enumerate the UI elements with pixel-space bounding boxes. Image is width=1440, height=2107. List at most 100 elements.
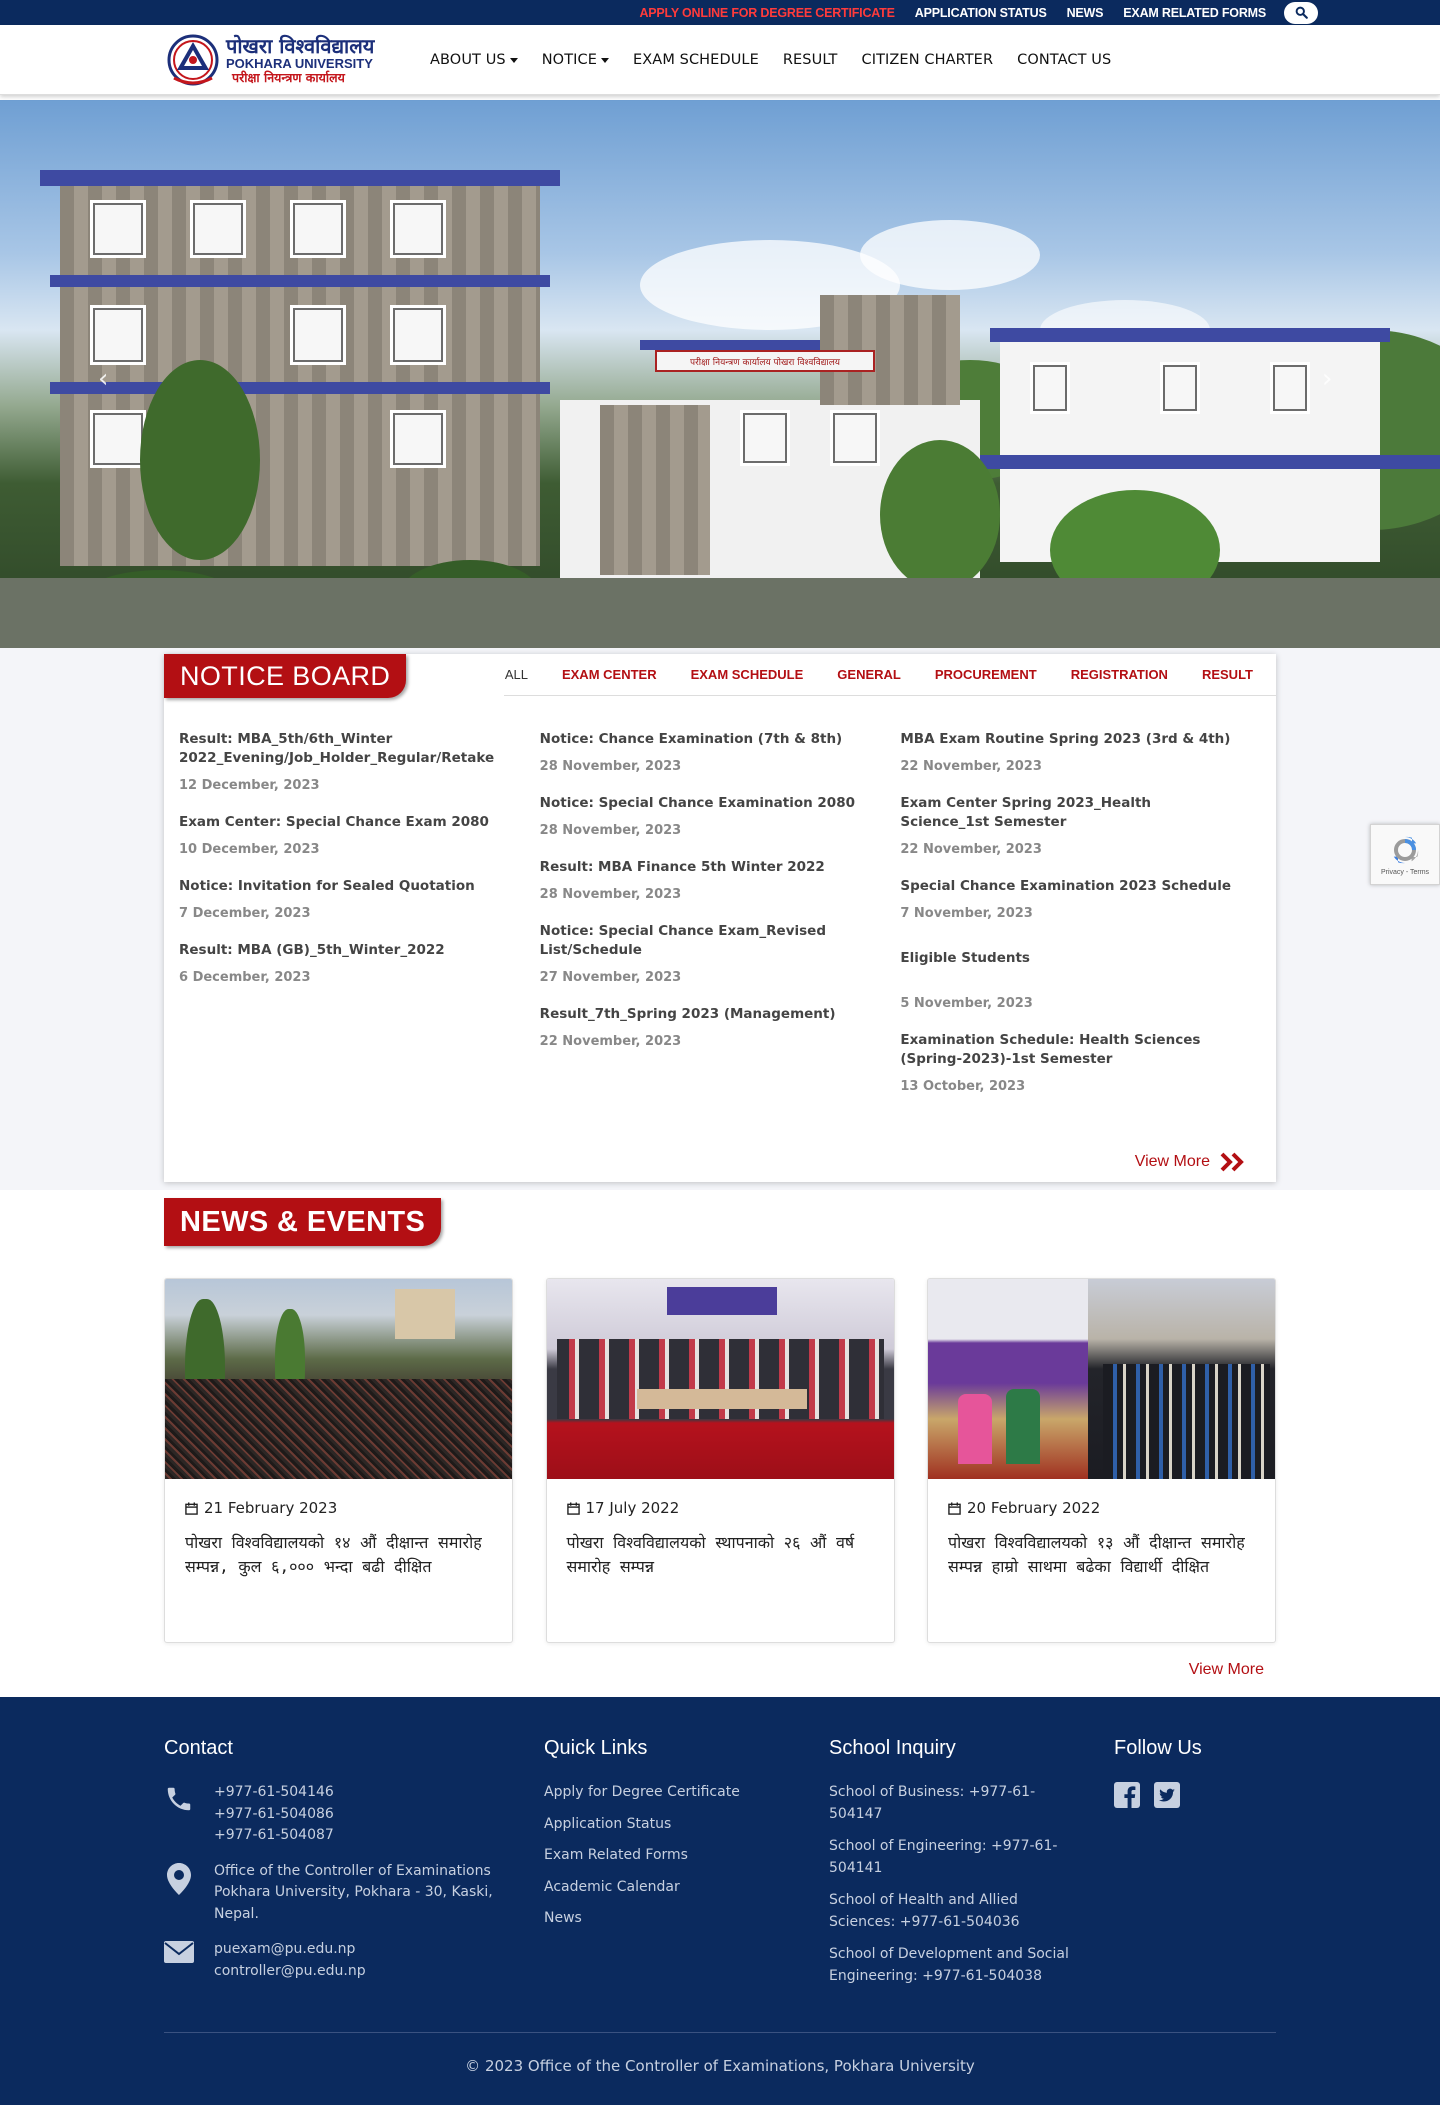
news-image[interactable]: [165, 1279, 512, 1479]
news-card[interactable]: 20 February 2022 पोखरा विश्वविद्यालयको १…: [927, 1278, 1276, 1643]
notice-item[interactable]: MBA Exam Routine Spring 2023 (3rd & 4th)…: [900, 730, 1261, 774]
news-card[interactable]: 21 February 2023 पोखरा विश्वविद्यालयको १…: [164, 1278, 513, 1643]
news-headline[interactable]: पोखरा विश्वविद्यालयको स्थापनाको २६ औं वर…: [567, 1531, 874, 1579]
notice-title[interactable]: Result_7th_Spring 2023 (Management): [540, 1005, 881, 1024]
email-link[interactable]: puexam@pu.edu.np: [214, 1939, 366, 1961]
quick-link-news[interactable]: News: [544, 1908, 829, 1930]
notice-item[interactable]: Exam Center Spring 2023_Health Science_1…: [900, 794, 1261, 857]
quick-link-academic-calendar[interactable]: Academic Calendar: [544, 1877, 829, 1899]
quick-link-apply-degree[interactable]: Apply for Degree Certificate: [544, 1782, 829, 1804]
recaptcha-badge[interactable]: Privacy - Terms: [1370, 824, 1440, 885]
news-headline[interactable]: पोखरा विश्वविद्यालयको १३ औं दीक्षान्त सम…: [948, 1531, 1255, 1579]
notice-date: 7 November, 2023: [900, 906, 1033, 921]
news-image[interactable]: [928, 1279, 1275, 1479]
school-health-phone: School of Health and Allied Sciences: +9…: [829, 1892, 1020, 1930]
notice-title[interactable]: Result: MBA (GB)_5th_Winter_2022: [179, 941, 520, 960]
twitter-icon[interactable]: [1154, 1782, 1180, 1808]
application-status-link[interactable]: APPLICATION STATUS: [905, 6, 1057, 20]
notice-title[interactable]: Exam Center: Special Chance Exam 2080: [179, 813, 520, 832]
notice-item[interactable]: Examination Schedule: Health Sciences (S…: [900, 1031, 1261, 1094]
notice-item[interactable]: Result: MBA_5th/6th_Winter 2022_Evening/…: [179, 730, 540, 793]
notice-title[interactable]: Examination Schedule: Health Sciences (S…: [900, 1031, 1241, 1069]
notice-item[interactable]: Special Chance Examination 2023 Schedule…: [900, 877, 1261, 921]
tab-all[interactable]: ALL: [488, 667, 545, 682]
notice-item[interactable]: Result_7th_Spring 2023 (Management) 22 No…: [540, 1005, 901, 1049]
notice-title[interactable]: MBA Exam Routine Spring 2023 (3rd & 4th): [900, 730, 1241, 749]
notice-title[interactable]: Result: MBA Finance 5th Winter 2022: [540, 858, 881, 877]
email-link[interactable]: controller@pu.edu.np: [214, 1961, 366, 1983]
window: [190, 200, 246, 258]
notice-title[interactable]: Result: MBA_5th/6th_Winter 2022_Evening/…: [179, 730, 520, 768]
nav-contact-us[interactable]: CONTACT US: [1005, 52, 1123, 68]
building-sign-text: परीक्षा नियन्त्रण कार्यालय पोखरा विश्ववि…: [689, 357, 841, 368]
site-logo[interactable]: पोखरा विश्वविद्यालय POKHARA UNIVERSITY प…: [166, 30, 418, 90]
facebook-icon[interactable]: [1114, 1782, 1140, 1808]
quick-link-application-status[interactable]: Application Status: [544, 1814, 829, 1836]
notice-item[interactable]: Notice: Special Chance Exam_Revised List…: [540, 922, 901, 985]
news-date-text: 21 February 2023: [204, 1499, 338, 1517]
tab-registration[interactable]: REGISTRATION: [1054, 667, 1185, 682]
chevron-left-icon[interactable]: ‹: [98, 364, 108, 394]
notice-title[interactable]: Notice: Special Chance Examination 2080: [540, 794, 881, 813]
logo-english-name: POKHARA UNIVERSITY: [226, 56, 373, 72]
tab-procurement[interactable]: PROCUREMENT: [918, 667, 1054, 682]
notice-date: 10 December, 2023: [179, 842, 320, 857]
notice-view-more-link[interactable]: View More: [1135, 1152, 1246, 1172]
search-button[interactable]: [1284, 1, 1318, 24]
notice-title[interactable]: Exam Center Spring 2023_Health Science_1…: [900, 794, 1241, 832]
roof-shape: [40, 170, 560, 186]
phone-icon: [167, 1787, 191, 1811]
footer-follow: Follow Us: [1114, 1737, 1274, 1998]
window: [90, 305, 146, 365]
notice-item[interactable]: Result: MBA Finance 5th Winter 2022 28 No…: [540, 858, 901, 902]
notice-title[interactable]: Eligible Students: [900, 949, 1241, 968]
main-menu: ABOUT US NOTICE EXAM SCHEDULE RESULT CIT…: [418, 52, 1123, 68]
nav-exam-schedule[interactable]: EXAM SCHEDULE: [621, 52, 771, 68]
nav-citizen-charter[interactable]: CITIZEN CHARTER: [849, 52, 1005, 68]
phone-number[interactable]: +977-61-504146: [214, 1782, 334, 1804]
notice-title[interactable]: Notice: Invitation for Sealed Quotation: [179, 877, 520, 896]
news-card[interactable]: 17 July 2022 पोखरा विश्वविद्यालयको स्थाप…: [545, 1278, 895, 1643]
calendar-icon: [566, 1501, 580, 1515]
news-link[interactable]: NEWS: [1057, 6, 1114, 20]
news-image[interactable]: [546, 1279, 894, 1479]
news-events-section: NEWS & EVENTS 21 February 2023 पोखरा विश…: [0, 1190, 1440, 1697]
notice-column: MBA Exam Routine Spring 2023 (3rd & 4th)…: [900, 730, 1261, 1114]
notice-item[interactable]: Exam Center: Special Chance Exam 2080 10 …: [179, 813, 540, 857]
notice-title[interactable]: Notice: Chance Examination (7th & 8th): [540, 730, 881, 749]
notice-item[interactable]: Notice: Invitation for Sealed Quotation 7…: [179, 877, 540, 921]
logo-office-name: परीक्षा नियन्त्रण कार्यालय: [232, 69, 345, 85]
quick-link-exam-forms[interactable]: Exam Related Forms: [544, 1845, 829, 1867]
news-headline[interactable]: पोखरा विश्वविद्यालयको १४ औं दीक्षान्त सम…: [185, 1531, 492, 1579]
notice-title[interactable]: Special Chance Examination 2023 Schedule: [900, 877, 1241, 896]
hero-carousel[interactable]: परीक्षा नियन्त्रण कार्यालय पोखरा विश्ववि…: [0, 100, 1440, 648]
apply-degree-certificate-link[interactable]: APPLY ONLINE FOR DEGREE CERTIFICATE: [629, 6, 904, 20]
window: [290, 200, 346, 258]
nav-notice[interactable]: NOTICE: [530, 52, 621, 68]
notice-item[interactable]: Notice: Chance Examination (7th & 8th) 28…: [540, 730, 901, 774]
tree-shape: [140, 360, 260, 560]
window: [1160, 362, 1200, 414]
tab-exam-schedule[interactable]: EXAM SCHEDULE: [674, 667, 821, 682]
search-icon: [1295, 6, 1308, 19]
notice-title[interactable]: Notice: Special Chance Exam_Revised List…: [540, 922, 881, 960]
tab-result[interactable]: RESULT: [1185, 667, 1270, 682]
phone-number[interactable]: +977-61-504086: [214, 1804, 334, 1826]
nav-about-us[interactable]: ABOUT US: [418, 52, 530, 68]
tab-exam-center[interactable]: EXAM CENTER: [545, 667, 674, 682]
notice-item[interactable]: Eligible Students 5 November, 2023: [900, 949, 1261, 1011]
roof-shape: [50, 382, 550, 394]
phone-number[interactable]: +977-61-504087: [214, 1825, 334, 1847]
exam-related-forms-link[interactable]: EXAM RELATED FORMS: [1113, 6, 1276, 20]
notice-item[interactable]: Result: MBA (GB)_5th_Winter_2022 6 Decemb…: [179, 941, 540, 985]
chevron-right-icon[interactable]: ›: [1322, 364, 1332, 394]
banner-shape: [666, 1287, 777, 1315]
recaptcha-terms[interactable]: Privacy - Terms: [1381, 869, 1429, 876]
notice-item[interactable]: Notice: Special Chance Examination 2080 2…: [540, 794, 901, 838]
notice-column: Notice: Chance Examination (7th & 8th) 28…: [540, 730, 901, 1114]
window: [1030, 362, 1070, 414]
nav-result[interactable]: RESULT: [771, 52, 850, 68]
caret-down-icon: [509, 57, 518, 63]
news-view-more-link[interactable]: View More: [164, 1661, 1276, 1679]
tab-general[interactable]: GENERAL: [820, 667, 918, 682]
